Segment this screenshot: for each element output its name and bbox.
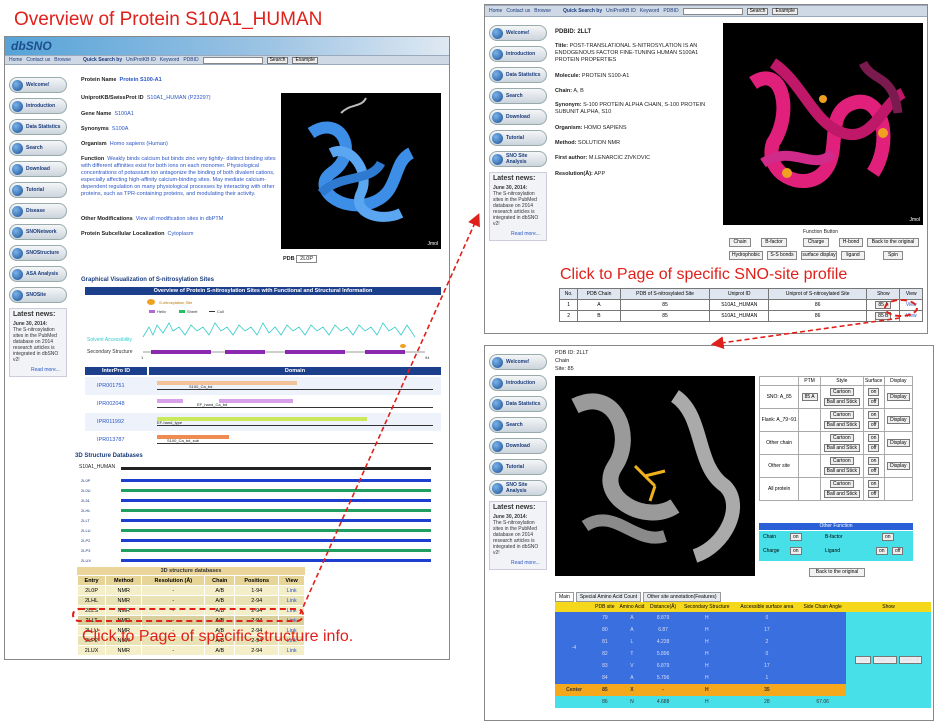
arrow-to-pdb-page	[299, 213, 480, 615]
flow-arrows	[299, 213, 901, 615]
arrow-to-site-page	[710, 317, 901, 350]
